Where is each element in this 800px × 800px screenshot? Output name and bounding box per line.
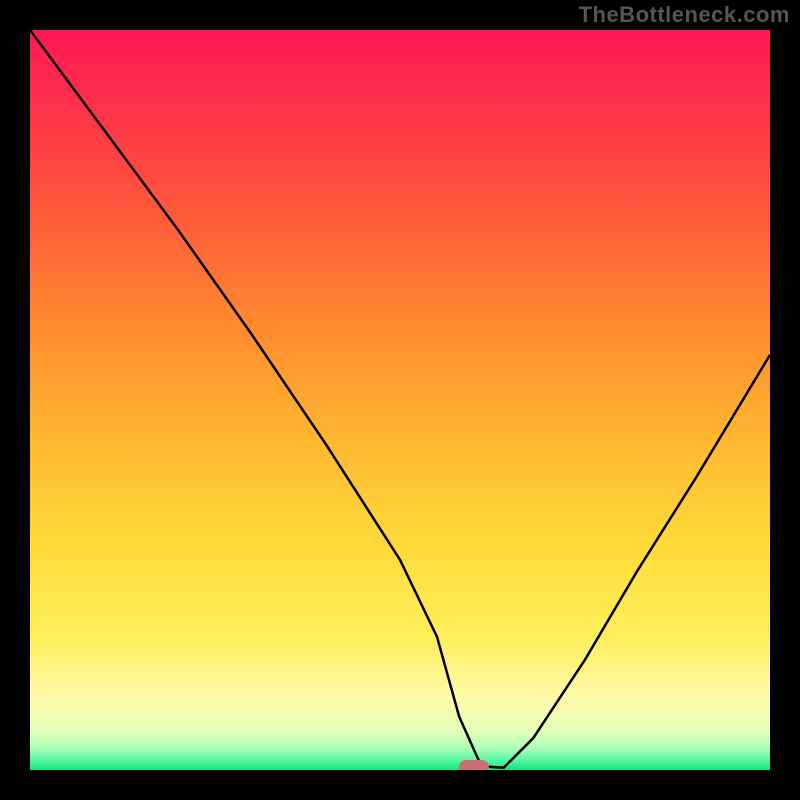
plot-area: #curve-path { stroke-width: 2.5px; }	[30, 30, 770, 770]
optimal-point-marker	[459, 760, 489, 770]
site-watermark: TheBottleneck.com	[579, 2, 790, 28]
bottleneck-curve	[30, 30, 770, 770]
chart-frame: TheBottleneck.com #curve-path { stroke-w…	[0, 0, 800, 800]
